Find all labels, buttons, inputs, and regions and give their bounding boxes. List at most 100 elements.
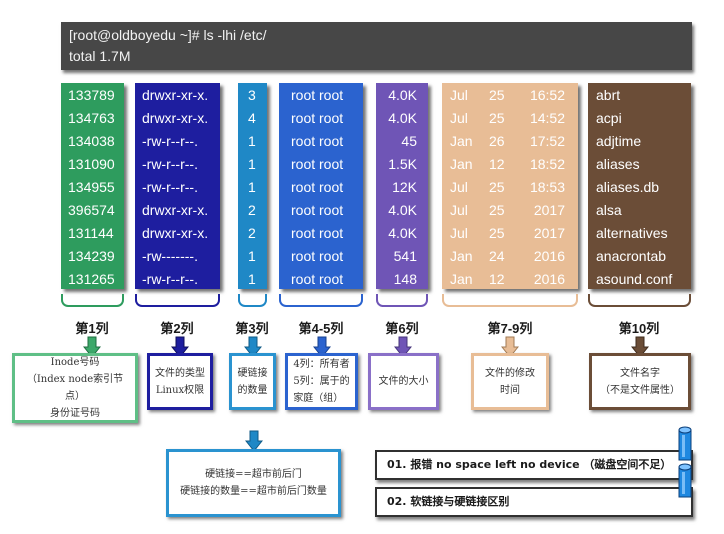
month-cell: Jul	[450, 202, 468, 218]
time-row: Jul 25 2017	[442, 199, 578, 222]
month-cell: Jul	[450, 110, 468, 126]
month-cell: Jan	[450, 248, 473, 264]
note-filename: 文件名字 （不是文件属性）	[589, 353, 691, 410]
label-col6: 第6列	[385, 321, 419, 336]
terminal-command: [root@oldboyedu ~]# ls -lhi /etc/	[69, 27, 267, 43]
brace-col6	[376, 294, 428, 307]
permission-cell: -rw-------.	[142, 248, 198, 264]
permission-cell: -rw-r--r--.	[142, 156, 198, 172]
month-cell: Jan	[450, 271, 473, 287]
note-owner-text: 4列：所有者 5列：属于的 家庭（组）	[293, 359, 350, 404]
filename-cell: asound.conf	[596, 271, 673, 287]
label-col10: 第10列	[618, 321, 660, 336]
links-cell: 3	[248, 87, 256, 103]
time-row: Jan 26 17:52	[442, 130, 578, 153]
note-links: 硬链接 的数量	[229, 353, 276, 410]
day-cell: 24	[489, 248, 505, 264]
brace-col3	[238, 294, 267, 307]
permission-cell: -rw-r--r--.	[142, 179, 198, 195]
owner-cell: root root	[291, 202, 344, 218]
time-row: Jul 25 18:53	[442, 176, 578, 199]
note-permissions-text: 文件的类型 Linux权限	[155, 367, 205, 396]
blue-cube-icon	[678, 426, 692, 461]
brace-col1	[61, 294, 124, 307]
filename-cell: aliases	[596, 156, 640, 172]
note-size: 文件的大小	[368, 353, 439, 410]
day-cell: 25	[489, 202, 505, 218]
month-cell: Jan	[450, 133, 473, 149]
month-cell: Jul	[450, 87, 468, 103]
inode-cell: 134955	[68, 179, 115, 195]
day-cell: 26	[489, 133, 505, 149]
note-inode: Inode号码 （Index node索引节点） 身份证号码	[12, 353, 138, 423]
filename-cell: anacrontab	[596, 248, 667, 264]
note-links-text: 硬链接 的数量	[237, 367, 268, 396]
time-cell: 2017	[533, 202, 565, 218]
brace-col2	[135, 294, 220, 307]
size-cell: 4.0K	[388, 225, 417, 241]
size-cell: 4.0K	[388, 87, 417, 103]
note-time-text: 文件的修改 时间	[485, 367, 535, 396]
day-cell: 12	[489, 271, 505, 287]
time-row: Jan 24 2016	[442, 245, 578, 268]
note-inode-text: Inode号码 （Index node索引节点） 身份证号码	[26, 357, 124, 419]
inode-cell: 133789	[68, 87, 115, 103]
brace-col79	[442, 294, 578, 307]
day-cell: 25	[489, 87, 505, 103]
brace-col45	[279, 294, 363, 307]
links-cell: 1	[248, 133, 256, 149]
time-cell: 18:53	[529, 179, 565, 195]
filename-cell: acpi	[596, 110, 622, 126]
inode-cell: 131144	[68, 225, 114, 241]
inode-cell: 396574	[68, 202, 115, 218]
size-cell: 541	[393, 248, 417, 264]
size-cell: 4.0K	[388, 202, 417, 218]
time-cell: 2016	[533, 271, 565, 287]
size-cell: 1.5K	[388, 156, 417, 172]
inode-cell: 134239	[68, 248, 115, 264]
column-links: 3 4 1 1 1 2 2 1 1	[238, 83, 267, 289]
day-cell: 12	[489, 156, 505, 172]
inode-cell: 131090	[68, 156, 115, 172]
day-cell: 25	[489, 110, 505, 126]
links-cell: 2	[248, 202, 256, 218]
blue-cube-icon	[678, 463, 692, 498]
time-cell: 2016	[533, 248, 565, 264]
links-cell: 1	[248, 156, 256, 172]
month-cell: Jan	[450, 156, 473, 172]
note-permissions: 文件的类型 Linux权限	[147, 353, 213, 410]
column-modified-time: Jul 25 16:52 Jul 25 14:52 Jan 26 17:52 Jan 12 18…	[442, 83, 578, 289]
links-cell: 2	[248, 225, 256, 241]
owner-cell: root root	[291, 156, 344, 172]
links-cell: 1	[248, 179, 256, 195]
label-col2: 第2列	[160, 321, 194, 336]
time-row: Jul 25 14:52	[442, 107, 578, 130]
owner-cell: root root	[291, 225, 344, 241]
inode-cell: 134763	[68, 110, 115, 126]
owner-cell: root root	[291, 179, 344, 195]
owner-cell: root root	[291, 133, 344, 149]
brace-col10	[588, 294, 691, 307]
note-owner: 4列：所有者 5列：属于的 家庭（组）	[285, 353, 358, 410]
label-col79: 第7-9列	[487, 321, 533, 336]
size-cell: 12K	[392, 179, 417, 195]
label-col3: 第3列	[235, 321, 269, 336]
time-row: Jul 25 16:52	[442, 84, 578, 107]
links-cell: 1	[248, 248, 256, 264]
filename-cell: alternatives	[596, 225, 668, 241]
label-col1: 第1列	[75, 321, 109, 336]
filename-cell: adjtime	[596, 133, 642, 149]
time-row: Jan 12 18:52	[442, 153, 578, 176]
month-cell: Jul	[450, 179, 468, 195]
terminal-header: [root@oldboyedu ~]# ls -lhi /etc/ total …	[61, 22, 692, 70]
label-col45: 第4-5列	[298, 321, 344, 336]
column-owner-group: root root root root root root root root …	[279, 83, 363, 289]
links-cell: 1	[248, 271, 256, 287]
note-time: 文件的修改 时间	[471, 353, 549, 410]
day-cell: 25	[489, 225, 505, 241]
day-cell: 25	[489, 179, 505, 195]
info-item-2: 02. 软链接与硬链接区别	[375, 487, 693, 517]
month-cell: Jul	[450, 225, 468, 241]
filename-cell: aliases.db	[596, 179, 660, 195]
note-size-text: 文件的大小	[378, 376, 429, 387]
